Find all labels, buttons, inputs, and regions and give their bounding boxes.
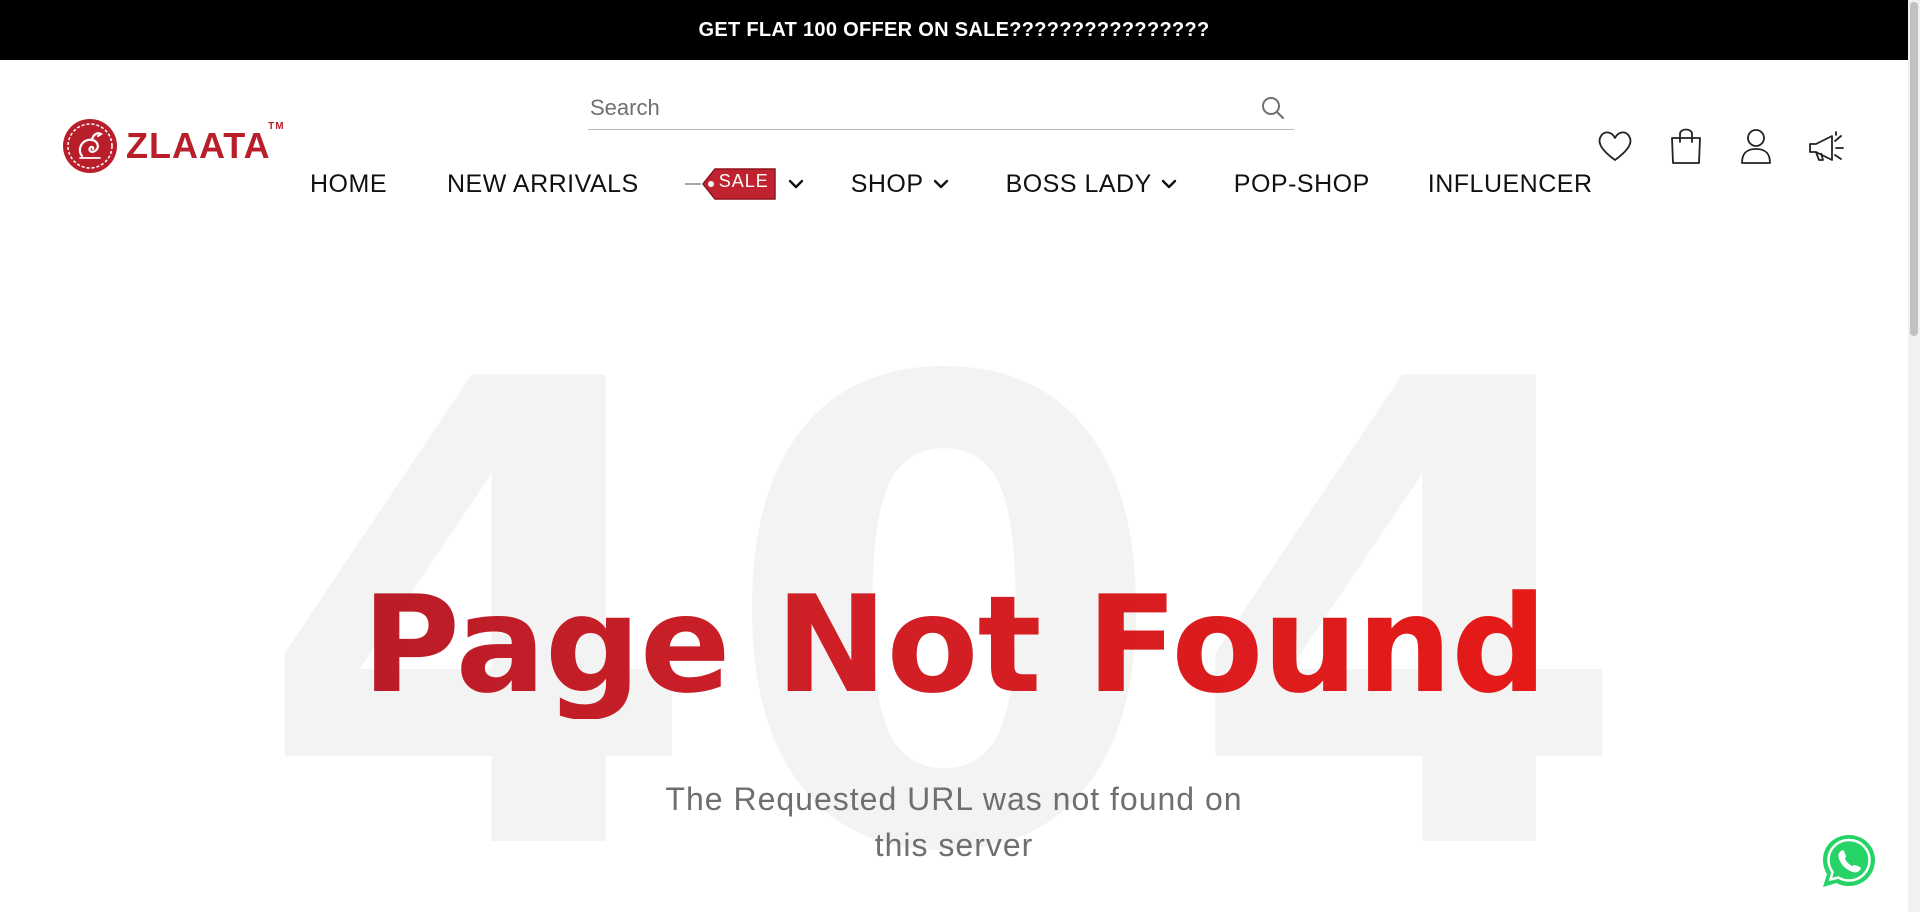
nav-item-influencer[interactable]: INFLUENCER [1428, 170, 1593, 199]
chevron-down-icon [1161, 179, 1176, 189]
nav-item-new-arrivals[interactable]: NEW ARRIVALS [447, 170, 639, 199]
search-bar [588, 86, 1294, 130]
error-message-line-1: The Requested URL was not found on [665, 781, 1243, 817]
brand-logo[interactable]: ZLAATA TM [62, 118, 284, 174]
heart-icon[interactable] [1595, 126, 1635, 166]
page-scrollbar[interactable] [1908, 0, 1920, 912]
brand-wordmark: ZLAATA TM [126, 122, 284, 166]
brand-name: ZLAATA [126, 125, 271, 166]
sale-label: SALE [718, 171, 769, 191]
scrollbar-thumb[interactable] [1910, 2, 1918, 336]
page-title: Page Not Found [0, 571, 1908, 719]
nav-item-label: HOME [310, 169, 387, 198]
main-nav: HOME NEW ARRIVALS SALE SHOP BOSS LADY PO… [310, 160, 1593, 208]
nav-item-sale[interactable]: SALE [683, 163, 805, 205]
nav-item-home[interactable]: HOME [310, 170, 387, 199]
nav-item-shop[interactable]: SHOP [851, 170, 950, 199]
trademark-mark: TM [268, 121, 285, 132]
swan-emblem-icon [63, 119, 117, 173]
error-message-line-2: this server [874, 827, 1034, 863]
nav-item-label: NEW ARRIVALS [447, 169, 639, 198]
megaphone-icon[interactable] [1806, 126, 1846, 166]
chevron-down-icon [933, 179, 948, 189]
search-input[interactable] [588, 94, 1260, 121]
page: GET FLAT 100 OFFER ON SALE??????????????… [0, 0, 1920, 912]
announcement-bar: GET FLAT 100 OFFER ON SALE??????????????… [0, 0, 1908, 60]
whatsapp-icon[interactable] [1820, 832, 1878, 890]
nav-item-label: INFLUENCER [1427, 169, 1593, 198]
announcement-text: GET FLAT 100 OFFER ON SALE??????????????… [698, 18, 1210, 41]
search-icon[interactable] [1260, 95, 1286, 121]
error-message: The Requested URL was not found on this … [640, 776, 1268, 868]
nav-item-label: SHOP [850, 169, 924, 198]
user-icon[interactable] [1736, 126, 1776, 166]
nav-item-pop-shop[interactable]: POP-SHOP [1234, 170, 1370, 199]
nav-item-label: POP-SHOP [1233, 169, 1370, 198]
nav-item-boss-lady[interactable]: BOSS LADY [1006, 170, 1178, 199]
chevron-down-icon [788, 179, 803, 189]
shopping-bag-icon[interactable] [1666, 126, 1706, 166]
sale-tag: SALE [683, 163, 779, 205]
nav-item-label: BOSS LADY [1005, 169, 1152, 198]
